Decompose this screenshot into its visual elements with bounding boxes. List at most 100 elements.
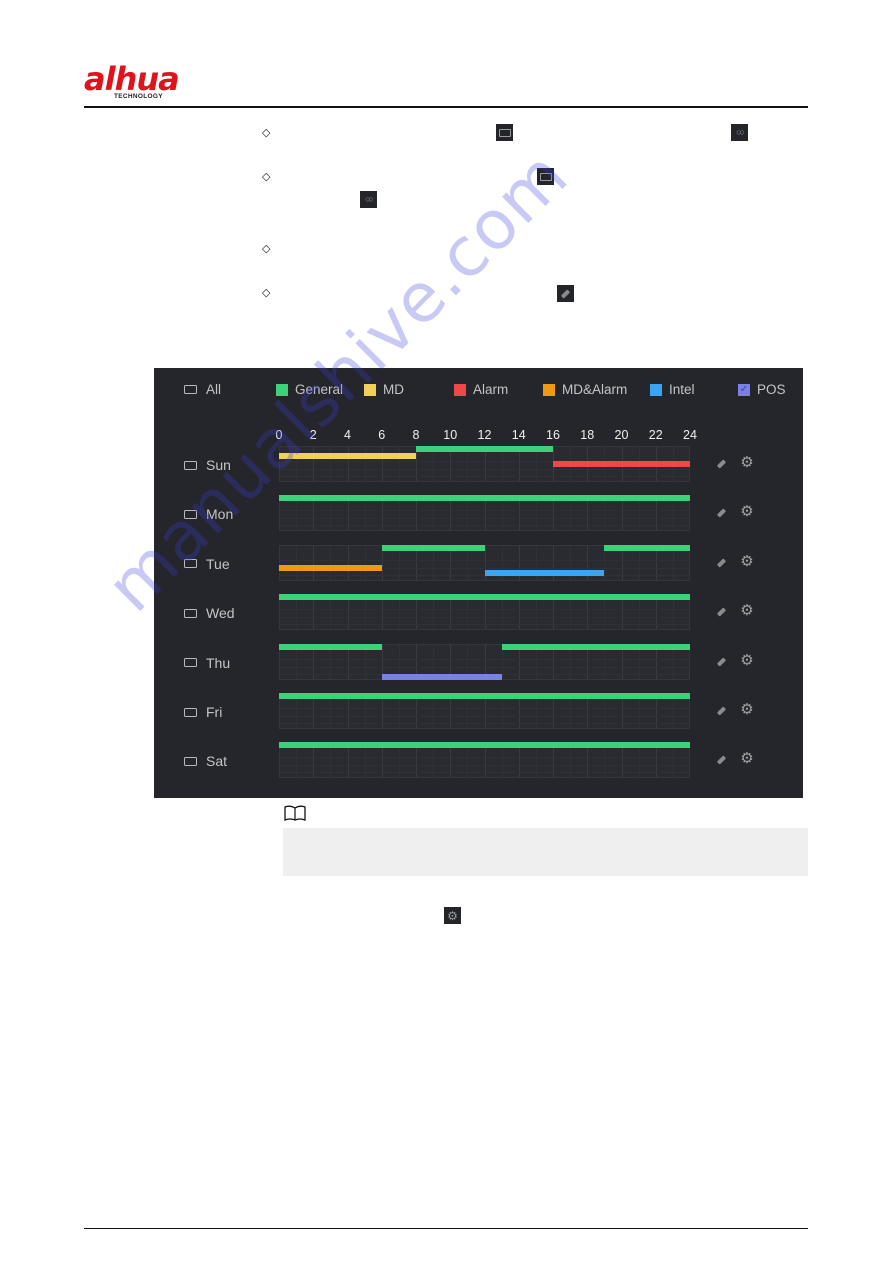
day-label: Sun (206, 457, 231, 473)
schedule-segment-md[interactable] (279, 453, 416, 459)
pencil-icon[interactable] (714, 753, 728, 767)
day-checkbox-sun[interactable]: Sun (184, 457, 231, 473)
gear-icon[interactable]: ⚙ (740, 702, 754, 717)
gear-icon[interactable]: ⚙ (740, 653, 754, 668)
gear-icon[interactable]: ⚙ (740, 751, 754, 766)
gear-icon[interactable]: ⚙ (740, 504, 754, 519)
bullet-marker: ◇ (262, 127, 271, 139)
pencil-icon[interactable] (714, 655, 728, 669)
grid-line (280, 559, 689, 561)
checkbox-icon (184, 658, 197, 668)
checkbox-icon (184, 707, 197, 717)
hour-tick-label: 16 (546, 428, 560, 442)
hour-tick-label: 12 (477, 428, 492, 442)
book-icon (284, 805, 306, 822)
schedule-segment-general[interactable] (381, 544, 485, 551)
checkbox-icon (184, 509, 197, 519)
select-all-checkbox[interactable]: All (184, 382, 221, 397)
grid-line (280, 476, 689, 477)
day-checkbox-sat[interactable]: Sat (184, 753, 227, 769)
schedule-segment-pos[interactable] (381, 673, 502, 680)
legend-item-md[interactable]: MD (364, 382, 404, 397)
legend-item-intel[interactable]: Intel (650, 382, 695, 397)
bullet-marker: ◇ (262, 243, 271, 255)
day-checkbox-wed[interactable]: Wed (184, 605, 235, 621)
gear-icon[interactable]: ⚙ (740, 554, 754, 569)
grid-line (280, 666, 689, 668)
schedule-segment-general[interactable] (604, 544, 690, 551)
select-all-label: All (206, 382, 222, 397)
gear-icon[interactable]: ⚙ (740, 603, 754, 618)
checkbox-icon (184, 756, 197, 766)
grid-line (280, 469, 689, 470)
checkbox-icon (184, 559, 197, 569)
legend-label: Intel (669, 382, 695, 397)
legend-item-alarm[interactable]: Alarm (454, 382, 508, 397)
grid-line (280, 624, 689, 626)
footer-divider (84, 1228, 808, 1229)
legend-swatch (454, 383, 466, 396)
grid-line (280, 658, 689, 660)
legend-label: General (295, 382, 344, 397)
hour-tick-label: 24 (683, 428, 697, 442)
gear-icon[interactable]: ⚙ (740, 455, 754, 470)
grid-line (280, 716, 689, 717)
schedule-segment-general[interactable] (501, 643, 690, 650)
grid-line (280, 609, 689, 611)
legend-item-general[interactable]: General (276, 382, 343, 397)
day-label: Sat (206, 753, 228, 770)
dahua-logo: alhua TECHNOLOGY (84, 60, 204, 104)
pencil-shape (716, 508, 726, 518)
hour-tick-label: 10 (443, 428, 458, 442)
schedule-segment-md_alarm[interactable] (279, 564, 382, 571)
grid-line (280, 525, 689, 527)
schedule-segment-general[interactable] (279, 594, 690, 601)
checkbox-rect-icon (537, 168, 554, 185)
day-checkbox-thu[interactable]: Thu (184, 655, 230, 671)
schedule-segment-general[interactable] (279, 693, 690, 699)
pencil-icon[interactable] (714, 704, 728, 718)
day-checkbox-fri[interactable]: Fri (184, 704, 222, 720)
grid-line (280, 617, 689, 619)
bullet-marker: ◇ (262, 287, 271, 299)
schedule-segment-general[interactable] (279, 495, 690, 502)
hour-tick-label: 8 (412, 428, 420, 442)
checkbox-rect-icon (496, 124, 513, 141)
pencil-shape (716, 459, 726, 469)
day-checkbox-tue[interactable]: Tue (184, 556, 230, 572)
hour-tick-label: 22 (648, 428, 663, 442)
pencil-shape (716, 755, 726, 765)
legend-item-md_alarm[interactable]: MD&Alarm (543, 382, 627, 397)
pencil-shape (716, 607, 726, 617)
note-box (283, 828, 808, 876)
gear-icon: ⚙ (444, 907, 461, 924)
pencil-icon (557, 285, 574, 302)
pencil-icon[interactable] (714, 457, 728, 471)
pencil-shape (716, 656, 726, 667)
hour-tick-label: 20 (614, 428, 629, 442)
pencil-icon[interactable] (714, 506, 728, 520)
day-label: Tue (206, 555, 230, 572)
schedule-segment-intel[interactable] (484, 569, 605, 576)
pencil-shape (716, 706, 726, 716)
logo-subtitle: TECHNOLOGY (114, 93, 163, 100)
schedule-segment-general[interactable] (279, 742, 690, 749)
pencil-icon[interactable] (714, 605, 728, 619)
day-label: Wed (206, 605, 235, 622)
schedule-segment-alarm[interactable] (553, 461, 690, 467)
checkbox-icon (184, 385, 197, 394)
schedule-panel: All General MD Alarm MD&Alarm Intel ✓ POS 0 2 4 6 8… (154, 368, 803, 798)
legend-item-pos[interactable]: ✓ POS (738, 382, 786, 397)
hour-tick-label: 2 (309, 428, 317, 442)
checked-swatch-icon: ✓ (738, 383, 750, 396)
link-icon: ○○ (360, 191, 377, 208)
schedule-segment-general[interactable] (279, 643, 382, 650)
day-checkbox-mon[interactable]: Mon (184, 506, 233, 522)
legend-label: Alarm (473, 382, 509, 397)
hour-tick-label: 14 (511, 428, 526, 442)
grid-line (280, 708, 689, 709)
schedule-segment-general[interactable] (416, 446, 553, 452)
pencil-icon[interactable] (714, 556, 728, 570)
grid-line (280, 723, 689, 724)
legend-label: POS (757, 382, 786, 397)
